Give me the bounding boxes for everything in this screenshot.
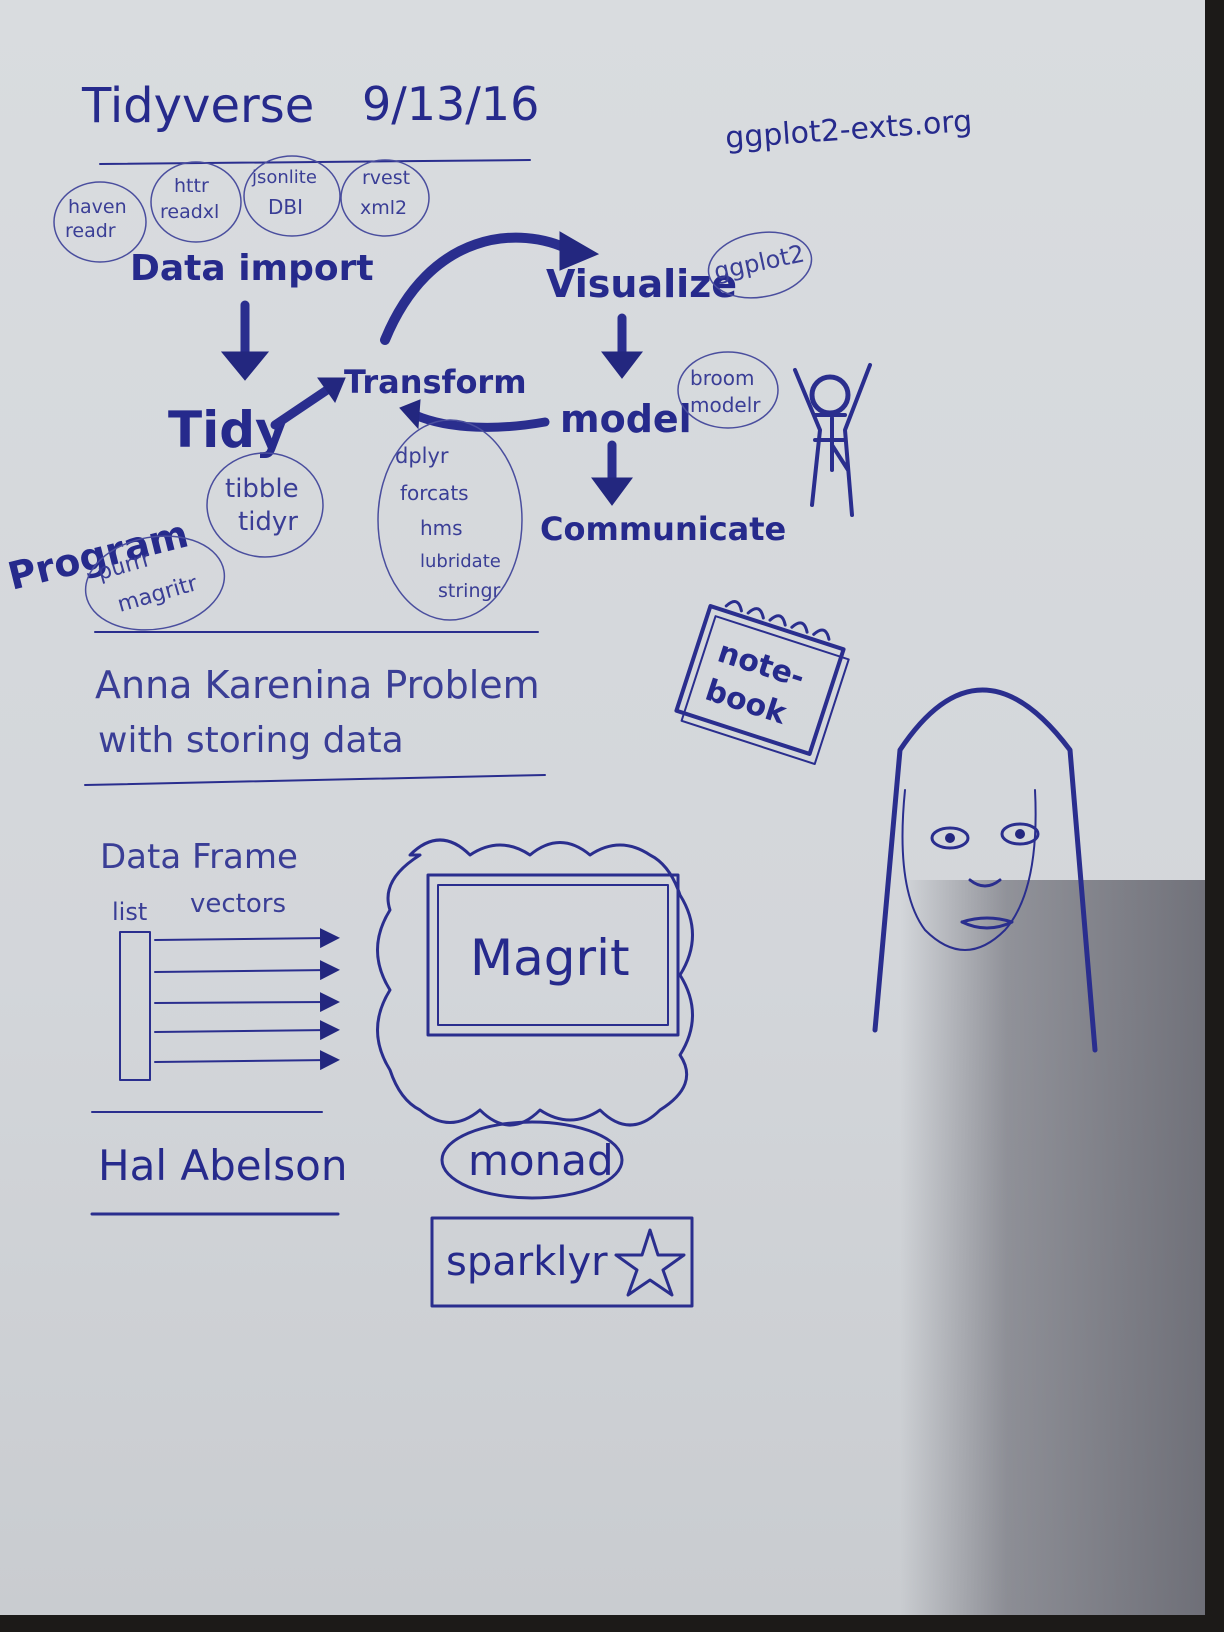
package-label: broom [690,366,754,390]
arrow-head [600,351,644,379]
sketch-notes: Tidyverse 9/13/16 ggplot2-exts.org haven… [4,77,1098,1308]
divider [84,774,546,786]
list-label: list [112,898,147,926]
frame-label: Magrit [470,929,630,987]
sparklyr-label: sparklyr [446,1239,608,1285]
package-label: readr [65,220,116,242]
star-icon [614,1228,686,1297]
package-label: jsonlite [251,167,317,188]
package-label: modelr [690,393,761,417]
package-label: dplyr [395,444,449,468]
notebook-page-photo: Tidyverse 9/13/16 ggplot2-exts.org haven… [0,0,1224,1632]
package-bubble [206,452,324,558]
arrow-head [399,399,421,430]
package-label: tidyr [238,507,298,537]
page-title: Tidyverse [81,78,314,134]
page-date: 9/13/16 [362,77,539,131]
package-label: stringr [438,580,501,602]
dataframe-sketch: Data Frame list vectors [100,837,340,1081]
person-name: Hal Abelson [98,1141,347,1190]
monad-label: monad [468,1136,614,1185]
package-label: DBI [268,195,303,219]
notebook-sketch: note- book [674,600,850,766]
arrow-head [591,477,633,506]
arrow-head [220,351,270,381]
package-label: ggplot2 [711,239,807,285]
package-label: rvest [362,167,410,189]
workflow-diagram: Data import Tidy Transform Visualize mod… [4,231,786,599]
r-logo-figure [793,363,872,517]
anna-line-2: with storing data [98,720,404,761]
arrow-model-to-transform [410,410,550,432]
vectors-label: vectors [190,889,286,919]
arrow-transform-to-visualize [380,232,575,345]
package-label: xml2 [360,197,407,219]
anna-line-1: Anna Karenina Problem [95,663,540,707]
step-transform: Transform [344,363,527,401]
package-label: haven [68,196,127,218]
url-label: ggplot2-exts.org [724,104,973,156]
package-label: hms [420,516,463,540]
ornate-frame: Magrit [376,838,694,1127]
step-tidy: Tidy [168,401,288,459]
package-label: forcats [400,481,469,505]
package-label: readxl [160,201,219,223]
package-label: httr [174,175,209,197]
import-packages: haven readr httr readxl jsonlite DBI rve… [53,155,430,263]
step-model: model [560,397,692,441]
step-communicate: Communicate [540,510,786,548]
package-label: tibble [225,474,299,504]
portrait-sketch [872,687,1098,1053]
step-import: Data import [130,248,374,289]
dataframe-title: Data Frame [100,837,298,877]
package-label: lubridate [420,551,501,572]
